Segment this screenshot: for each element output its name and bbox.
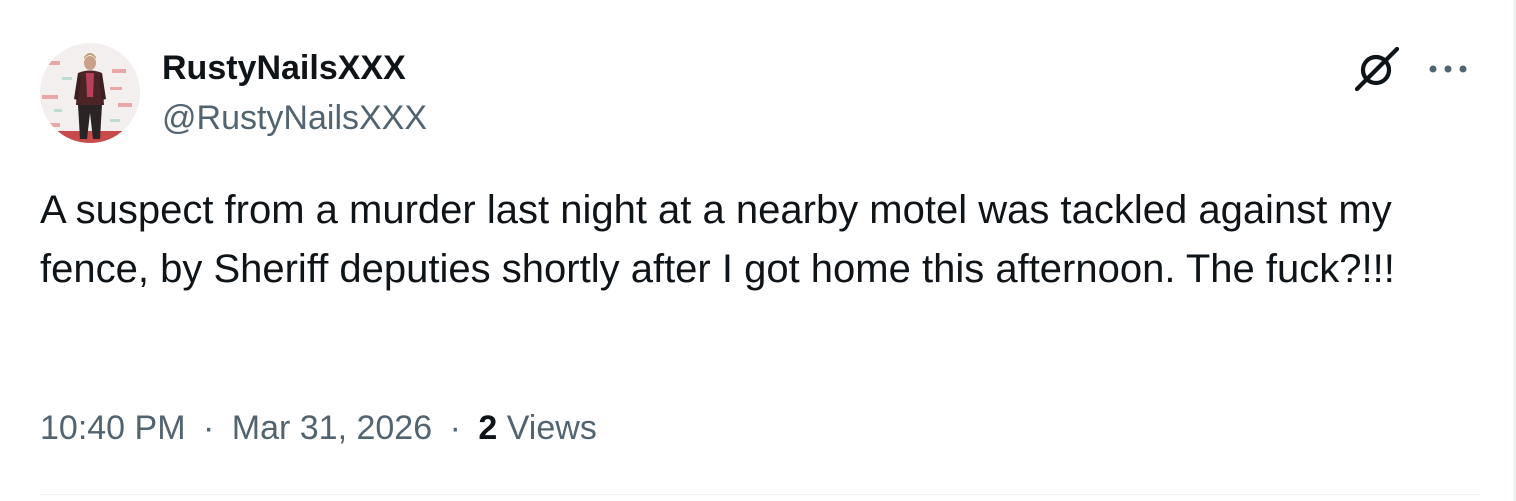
- author-display-name[interactable]: RustyNailsXXX: [162, 48, 406, 88]
- tweet-meta: 10:40 PM · Mar 31, 2026 · 2 Views: [40, 404, 597, 452]
- grok-icon[interactable]: [1352, 44, 1402, 94]
- avatar-photo: [40, 43, 140, 143]
- meta-separator: ·: [202, 409, 215, 447]
- views-count[interactable]: 2: [478, 409, 497, 447]
- views-label: Views: [506, 409, 597, 447]
- tweet-text: A suspect from a murder last night at a …: [40, 188, 1395, 291]
- meta-separator: ·: [449, 409, 461, 447]
- more-options-icon[interactable]: [1426, 54, 1470, 84]
- divider: [40, 494, 1480, 495]
- tweet-date[interactable]: Mar 31, 2026: [232, 409, 432, 447]
- avatar[interactable]: [40, 43, 140, 143]
- tweet-card: RustyNailsXXX @RustyNailsXXX A suspect f…: [0, 0, 1516, 501]
- tweet-time[interactable]: 10:40 PM: [40, 409, 186, 447]
- author-handle[interactable]: @RustyNailsXXX: [162, 98, 427, 138]
